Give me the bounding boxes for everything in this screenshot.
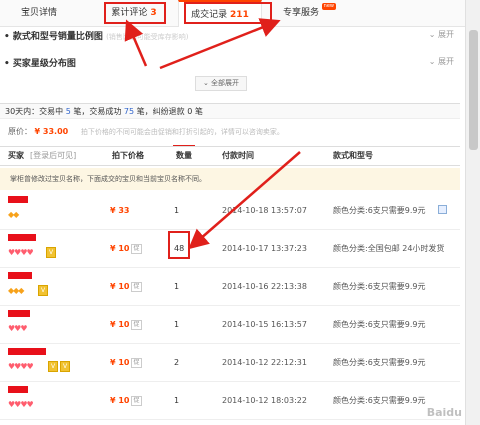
arrow-to-reviews xyxy=(124,19,148,67)
annotation-arrows xyxy=(124,18,301,250)
scrollbar-thumb[interactable] xyxy=(469,30,478,150)
arrow-to-transactions xyxy=(159,18,281,70)
arrow-to-qty xyxy=(188,151,301,250)
vertical-scrollbar[interactable] xyxy=(465,0,480,425)
watermark-logo: Baidu xyxy=(426,406,462,419)
